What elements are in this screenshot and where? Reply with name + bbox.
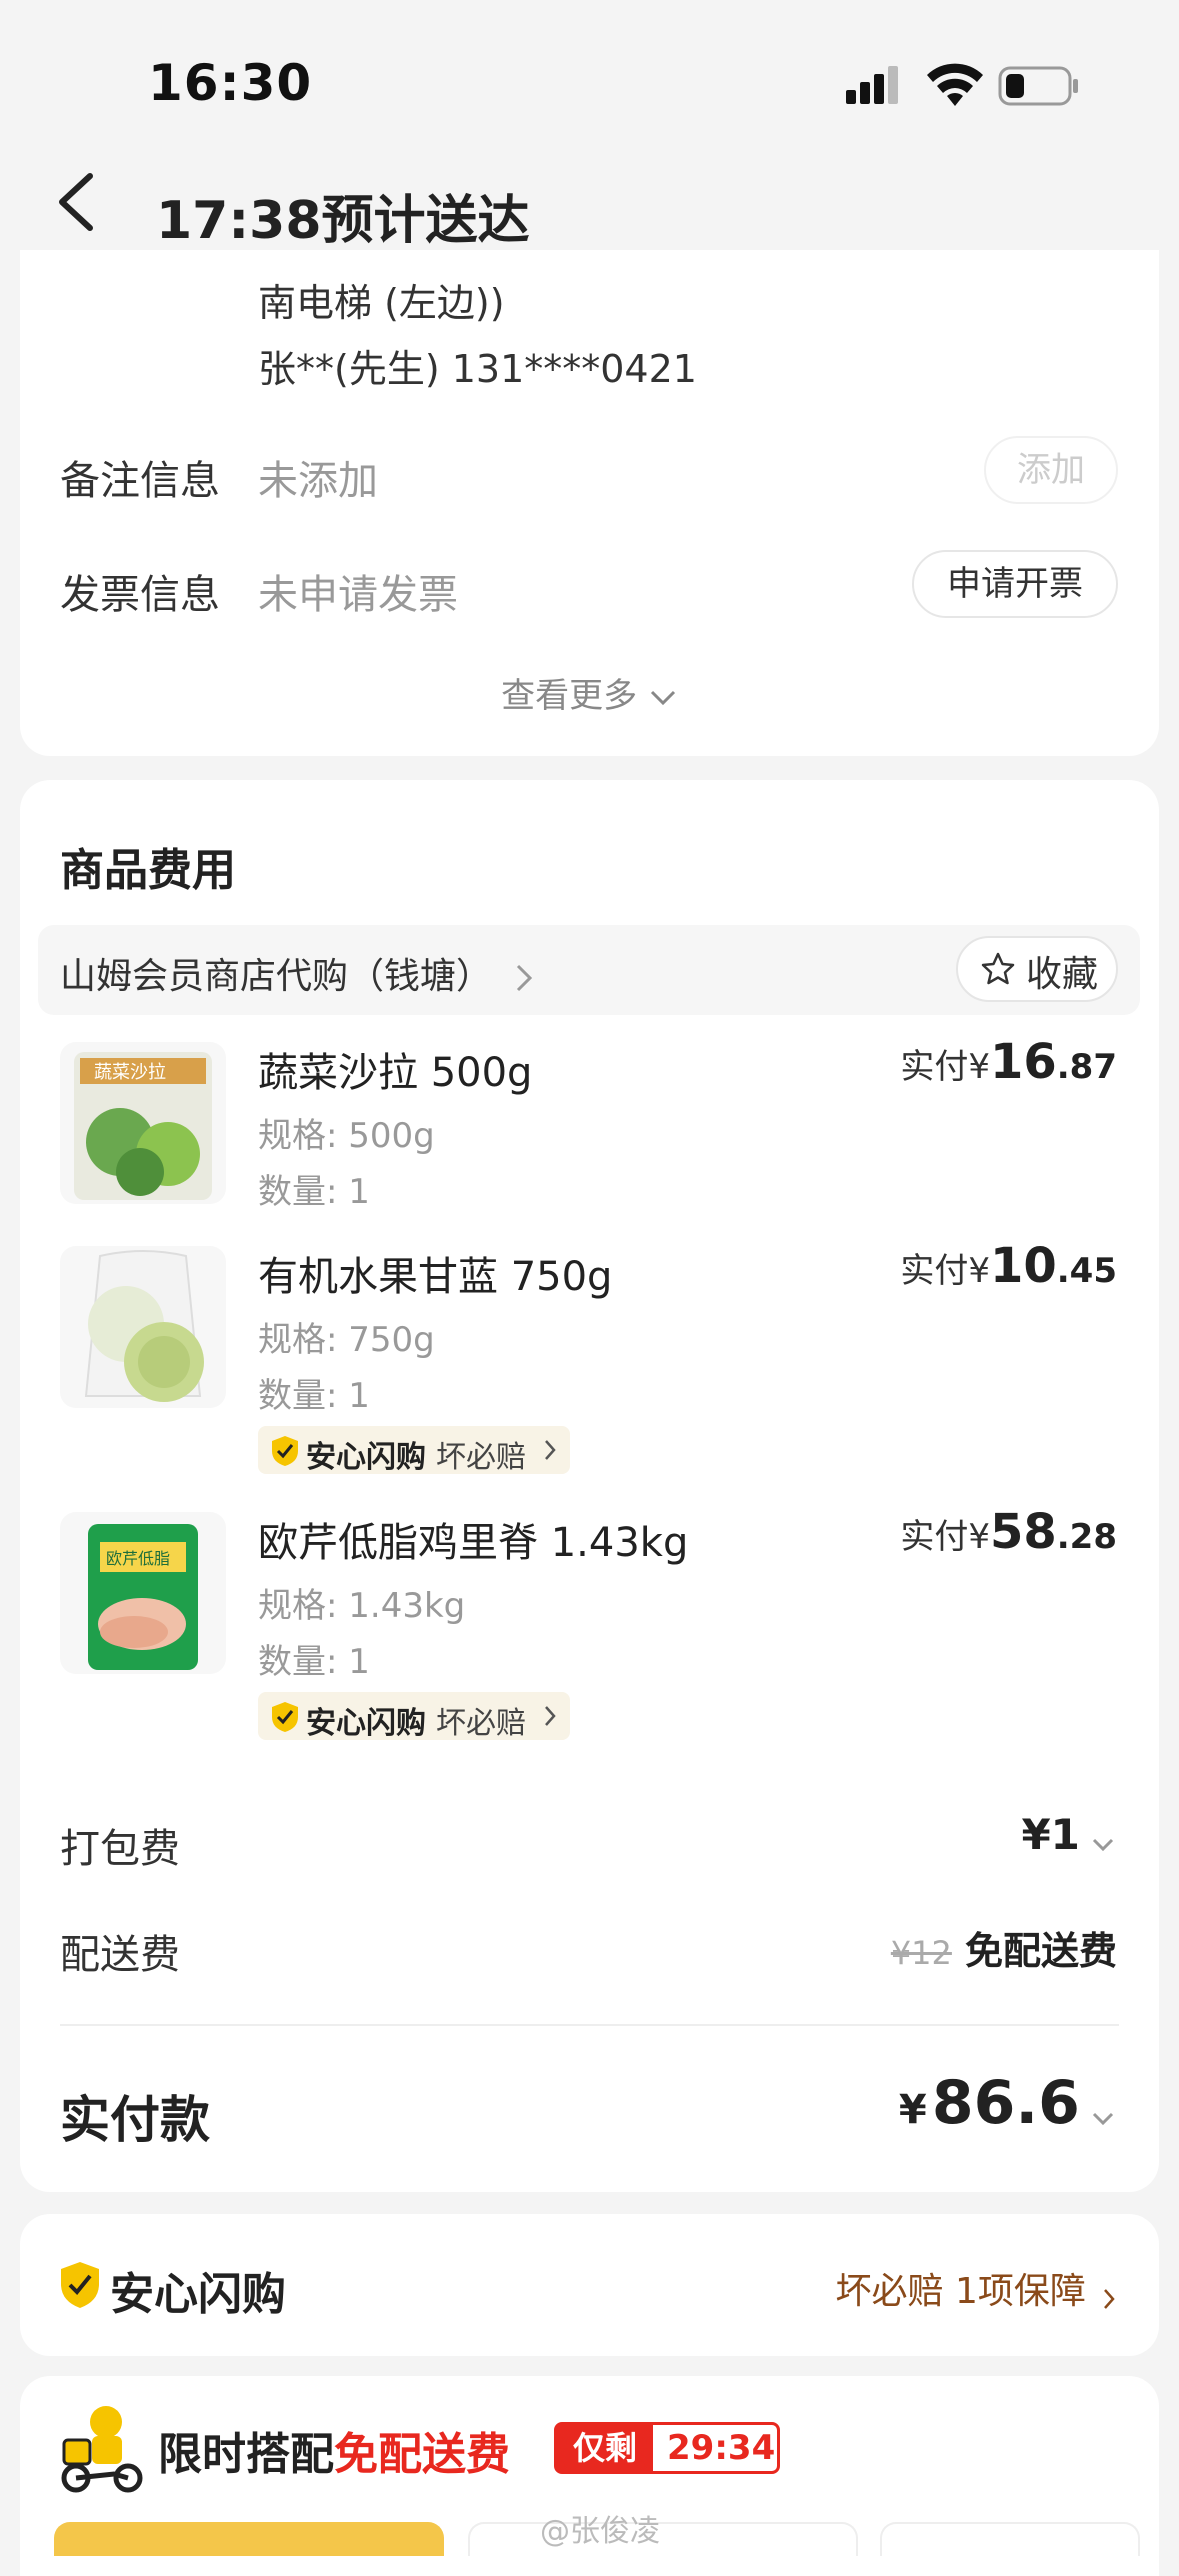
countdown-badge: 仅剩 29:34 — [554, 2422, 780, 2474]
promo-title: 限时搭配免配送费 — [158, 2429, 510, 2480]
view-more-label: 查看更多 — [501, 676, 638, 716]
address-line: 南电梯 (左边)) — [258, 281, 505, 325]
add-remark-button[interactable]: 添加 — [984, 436, 1118, 504]
countdown-timer: 29:34 — [667, 2428, 776, 2468]
guarantee-badge[interactable]: 安心闪购 坏必赔 — [258, 1426, 570, 1475]
product-spec: 规格: 500g — [258, 1116, 435, 1156]
star-icon — [981, 952, 1015, 985]
total-value[interactable]: ¥ 86.6 — [899, 2068, 1115, 2138]
delivery-rider-icon — [61, 2406, 143, 2493]
product-name[interactable]: 蔬菜沙拉 500g — [258, 1040, 532, 1098]
chevron-right-icon — [1104, 2288, 1115, 2309]
shield-check-icon — [272, 1436, 298, 1466]
chevron-right-icon — [517, 964, 533, 992]
recommend-product-image[interactable] — [880, 2522, 1140, 2556]
chevron-right-icon — [545, 1706, 556, 1726]
cellular-signal-icon — [846, 66, 898, 104]
remark-label: 备注信息 — [60, 458, 220, 504]
watermark: @张俊凌 — [540, 2514, 660, 2549]
page-title: 17:38预计送达 — [156, 191, 530, 251]
chevron-down-icon — [1092, 2112, 1114, 2125]
product-price: 实付¥10.45 — [900, 1238, 1117, 1294]
product-name[interactable]: 欧芹低脂鸡里脊 1.43kg — [258, 1510, 688, 1568]
recommend-product-image[interactable] — [468, 2522, 858, 2556]
guarantee-badge[interactable]: 安心闪购 坏必赔 — [258, 1692, 570, 1741]
product-image-chicken[interactable]: 欧芹低脂 — [60, 1512, 226, 1674]
contact-line: 张**(先生) 131****0421 — [258, 347, 697, 391]
chevron-right-icon — [545, 1440, 556, 1460]
status-time: 16:30 — [148, 54, 313, 112]
guarantee-title: 安心闪购 — [110, 2269, 286, 2320]
product-quantity: 数量: 1 — [258, 1172, 370, 1212]
invoice-label: 发票信息 — [60, 572, 220, 618]
invoice-value: 未申请发票 — [258, 572, 458, 618]
product-spec: 规格: 1.43kg — [258, 1586, 466, 1626]
apply-invoice-button[interactable]: 申请开票 — [912, 550, 1118, 618]
battery-icon — [998, 66, 1078, 106]
store-name[interactable]: 山姆会员商店代购（钱塘） — [60, 947, 535, 999]
delivery-fee-label: 配送费 — [60, 1932, 180, 1978]
total-label: 实付款 — [60, 2091, 210, 2149]
shield-check-icon — [61, 2262, 99, 2308]
svg-text:欧芹低脂: 欧芹低脂 — [106, 1549, 170, 1568]
wifi-icon — [927, 63, 983, 106]
packing-fee-value[interactable]: ¥1 — [1021, 1810, 1115, 1859]
chevron-down-icon — [1092, 1838, 1114, 1851]
remark-value: 未添加 — [258, 458, 378, 504]
delivery-fee-value: ¥12 免配送费 — [890, 1929, 1117, 1973]
product-quantity: 数量: 1 — [258, 1642, 370, 1682]
packing-fee-label: 打包费 — [60, 1826, 180, 1872]
goods-section-title: 商品费用 — [60, 845, 236, 896]
back-arrow-icon[interactable] — [54, 170, 98, 234]
product-quantity: 数量: 1 — [258, 1376, 370, 1416]
product-spec: 规格: 750g — [258, 1320, 435, 1360]
view-more-link[interactable]: 查看更多 — [0, 668, 1179, 717]
chevron-down-icon — [650, 690, 675, 705]
product-image-cabbage[interactable] — [60, 1246, 226, 1408]
shield-check-icon — [272, 1702, 298, 1732]
recommend-product-image[interactable] — [54, 2522, 444, 2556]
product-price: 实付¥58.28 — [900, 1504, 1117, 1560]
product-image-salad[interactable]: 蔬菜沙拉 — [60, 1042, 226, 1204]
guarantee-link[interactable]: 坏必赔 1项保障 — [836, 2262, 1117, 2314]
favorite-label: 收藏 — [1026, 954, 1099, 995]
svg-text:蔬菜沙拉: 蔬菜沙拉 — [94, 1062, 166, 1083]
divider — [60, 2024, 1119, 2026]
product-name[interactable]: 有机水果甘蓝 750g — [258, 1244, 612, 1302]
product-price: 实付¥16.87 — [900, 1034, 1117, 1090]
